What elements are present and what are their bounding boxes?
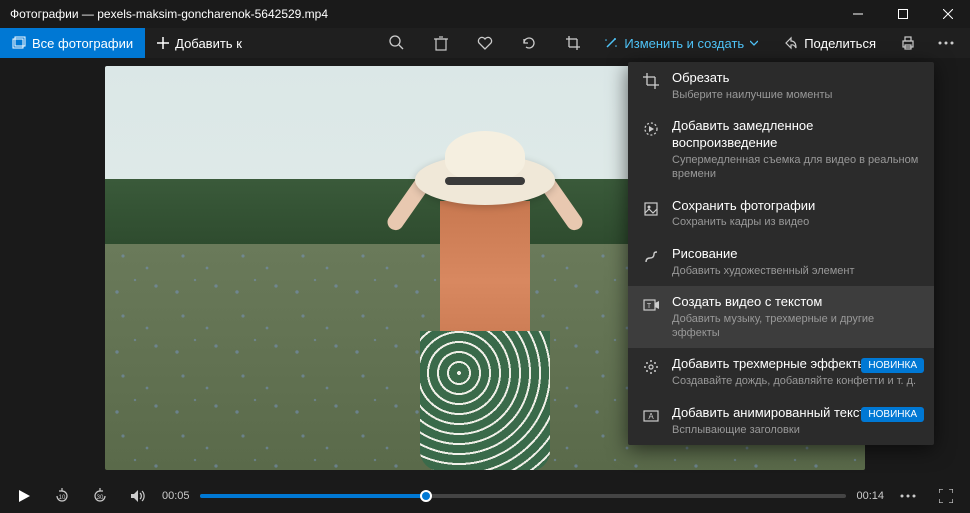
edit-create-label: Изменить и создать [624,36,744,51]
skip-forward-30-icon: 30 [91,487,109,505]
seekbar[interactable] [200,494,847,498]
draw-icon [642,248,660,266]
plus-icon [157,37,169,49]
center-tools [381,28,589,58]
playback-bar: 10 30 00:05 00:14 [0,478,970,513]
skip-forward-30-button[interactable]: 30 [86,482,114,510]
seek-thumb[interactable] [420,490,432,502]
dropdown-item-subtitle: Выберите наилучшие моменты [672,88,920,102]
dropdown-item-title: Создать видео с текстом [672,294,920,311]
minimize-icon [853,9,863,19]
add-to-label: Добавить к [175,36,242,51]
zoom-button[interactable] [381,28,413,58]
dropdown-item-title: Обрезать [672,70,920,87]
dropdown-item-title: Добавить замедленное воспроизведение [672,118,920,152]
edit-create-dropdown: ОбрезатьВыберите наилучшие моментыДобави… [628,62,934,445]
fullscreen-button[interactable] [932,482,960,510]
dropdown-item-0[interactable]: ОбрезатьВыберите наилучшие моменты [628,62,934,110]
svg-text:10: 10 [59,495,66,501]
maximize-icon [898,9,908,19]
favorite-button[interactable] [469,28,501,58]
dropdown-item-subtitle: Добавить музыку, трехмерные и другие эфф… [672,312,920,341]
animated-text-icon: A [642,407,660,425]
share-icon [784,36,798,50]
seek-progress [200,494,426,498]
dropdown-item-1[interactable]: Добавить замедленное воспроизведениеСупе… [628,110,934,189]
skip-back-10-button[interactable]: 10 [48,482,76,510]
edit-create-button[interactable]: Изменить и создать [594,28,768,58]
titlebar: Фотографии — pexels-maksim-goncharenok-5… [0,0,970,28]
wand-icon [604,36,618,50]
maximize-button[interactable] [880,0,925,28]
current-time: 00:05 [162,490,190,502]
collection-icon [12,36,26,50]
more-button[interactable] [930,28,962,58]
playback-more-button[interactable] [894,482,922,510]
dropdown-item-4[interactable]: T Создать видео с текстомДобавить музыку,… [628,286,934,348]
svg-text:A: A [648,412,654,421]
chevron-down-icon [750,39,758,47]
dropdown-item-subtitle: Всплывающие заголовки [672,423,920,437]
total-time: 00:14 [856,490,884,502]
more-icon [900,494,916,498]
skip-back-10-icon: 10 [53,487,71,505]
close-icon [943,9,953,19]
video-text-icon: T [642,296,660,314]
print-button[interactable] [892,28,924,58]
dropdown-item-title: Рисование [672,246,920,263]
crop-icon [642,72,660,90]
dropdown-item-2[interactable]: Сохранить фотографииСохранить кадры из в… [628,190,934,238]
play-icon [17,489,31,503]
save-photo-icon [642,200,660,218]
dropdown-item-3[interactable]: РисованиеДобавить художественный элемент [628,238,934,286]
dropdown-item-subtitle: Добавить художественный элемент [672,264,920,278]
more-icon [938,41,954,45]
rotate-icon [521,35,537,51]
slowmo-icon [642,120,660,138]
add-to-button[interactable]: Добавить к [145,28,254,58]
new-badge: НОВИНКА [861,407,924,422]
window-title: Фотографии — pexels-maksim-goncharenok-5… [10,7,328,21]
minimize-button[interactable] [835,0,880,28]
new-badge: НОВИНКА [861,358,924,373]
trash-icon [434,35,448,51]
dropdown-item-5[interactable]: Добавить трехмерные эффектыСоздавайте до… [628,348,934,396]
delete-button[interactable] [425,28,457,58]
share-label: Поделиться [804,36,876,51]
svg-text:T: T [647,303,652,310]
window-controls [835,0,970,28]
share-button[interactable]: Поделиться [774,28,886,58]
dropdown-item-title: Сохранить фотографии [672,198,920,215]
dropdown-item-subtitle: Супермедленная съемка для видео в реальн… [672,153,920,182]
viewer-area: ОбрезатьВыберите наилучшие моментыДобави… [0,58,970,478]
play-button[interactable] [10,482,38,510]
toolbar: Все фотографии Добавить к Изменить и соз… [0,28,970,58]
volume-icon [130,488,146,504]
dropdown-item-6[interactable]: AДобавить анимированный текстВсплывающие… [628,397,934,445]
print-icon [900,35,916,51]
rotate-button[interactable] [513,28,545,58]
zoom-icon [389,35,405,51]
fullscreen-icon [939,489,953,503]
dropdown-item-subtitle: Создавайте дождь, добавляйте конфетти и … [672,374,920,388]
crop-toolbar-icon [565,35,581,51]
crop-toolbar-button[interactable] [557,28,589,58]
all-photos-label: Все фотографии [32,36,133,51]
volume-button[interactable] [124,482,152,510]
all-photos-button[interactable]: Все фотографии [0,28,145,58]
heart-icon [477,35,493,51]
svg-text:30: 30 [97,495,104,501]
right-tools: Изменить и создать Поделиться [594,28,970,58]
close-button[interactable] [925,0,970,28]
3d-effects-icon [642,358,660,376]
dropdown-item-subtitle: Сохранить кадры из видео [672,215,920,229]
